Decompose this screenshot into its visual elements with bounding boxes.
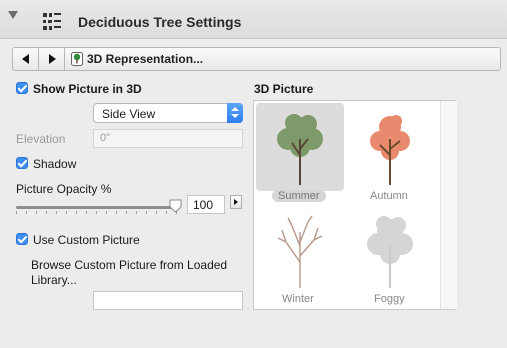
arrow-right-icon — [49, 54, 56, 64]
slider-tick — [26, 211, 27, 214]
slider-tick — [46, 211, 47, 214]
autumn-tree-icon — [370, 115, 410, 185]
picture-tile-winter[interactable] — [256, 206, 344, 294]
opacity-slider-thumb[interactable] — [169, 199, 182, 213]
select-arrows-icon — [227, 103, 243, 123]
opacity-value: 100 — [193, 198, 214, 212]
next-panel-button[interactable] — [39, 48, 65, 70]
slider-tick — [106, 211, 107, 214]
picture-caption-winter: Winter — [282, 293, 314, 305]
picture-tile-foggy[interactable] — [346, 206, 434, 294]
foggy-tree-icon — [367, 216, 413, 288]
slider-tick — [16, 211, 17, 214]
show-picture-checkbox[interactable] — [16, 82, 28, 94]
opacity-input[interactable]: 100 — [187, 195, 225, 214]
opacity-slider-ticks — [16, 211, 177, 215]
elevation-value: 0" — [100, 132, 111, 144]
shadow-label: Shadow — [33, 157, 77, 171]
panel-navigator: 3D Representation... — [12, 47, 501, 71]
slider-tick — [96, 211, 97, 214]
use-custom-picture-label: Use Custom Picture — [33, 233, 140, 247]
previous-panel-button[interactable] — [13, 48, 39, 70]
show-picture-label: Show Picture in 3D — [33, 82, 142, 96]
winter-tree-icon — [277, 215, 323, 288]
browse-custom-picture-label: Browse Custom Picture from Loaded Librar… — [31, 258, 228, 287]
slider-tick — [36, 211, 37, 214]
picture-caption-foggy: Foggy — [374, 293, 405, 305]
summer-tree-icon — [277, 114, 323, 185]
dialog-title: Deciduous Tree Settings — [78, 14, 242, 30]
slider-tick — [86, 211, 87, 214]
dialog-header — [0, 0, 507, 39]
opacity-stepper-button[interactable] — [230, 195, 242, 209]
picture-caption-summer: Summer — [272, 190, 326, 202]
slider-tick — [116, 211, 117, 214]
slider-tick — [66, 211, 67, 214]
slider-tick — [56, 211, 57, 214]
picture-section-title: 3D Picture — [254, 82, 314, 96]
picture-tile-autumn[interactable] — [346, 103, 434, 191]
view-type-value: Side View — [102, 107, 156, 121]
use-custom-picture-checkbox[interactable] — [16, 233, 28, 245]
opacity-slider-fill — [16, 206, 176, 209]
tree-representation-icon — [71, 52, 83, 66]
custom-picture-field[interactable] — [93, 291, 243, 310]
gallery-scrollbar[interactable] — [440, 101, 457, 309]
object-settings-icon — [43, 13, 61, 30]
slider-tick — [136, 211, 137, 214]
picture-tile-summer[interactable] — [256, 103, 344, 191]
slider-tick — [146, 211, 147, 214]
collapse-triangle-icon[interactable] — [8, 11, 18, 19]
slider-tick — [126, 211, 127, 214]
slider-tick — [166, 211, 167, 214]
arrow-left-icon — [22, 54, 29, 64]
slider-tick — [156, 211, 157, 214]
elevation-label: Elevation — [16, 132, 66, 146]
shadow-checkbox[interactable] — [16, 157, 28, 169]
picture-gallery: Summer Autumn Winter Foggy — [253, 100, 457, 310]
view-type-select[interactable]: Side View — [93, 103, 243, 123]
picture-caption-autumn: Autumn — [370, 190, 408, 202]
elevation-field: 0" — [93, 129, 243, 148]
opacity-label: Picture Opacity % — [16, 182, 112, 196]
slider-tick — [76, 211, 77, 214]
panel-name[interactable]: 3D Representation... — [87, 52, 203, 66]
